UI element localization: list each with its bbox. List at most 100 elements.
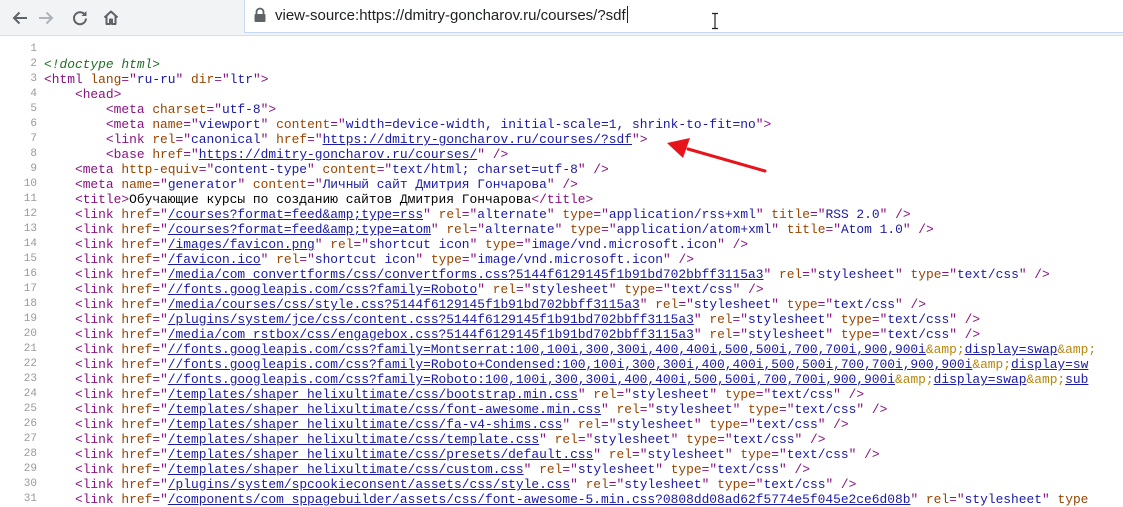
tag-token: =" [871, 312, 888, 327]
home-button[interactable] [97, 4, 125, 32]
attr-name-token: content [252, 177, 308, 192]
line-code: <html lang="ru-ru" dir="ltr"> [44, 72, 268, 87]
link-token[interactable]: /media/com_rstbox/css/engagebox.css?5144… [168, 327, 694, 342]
back-button[interactable] [6, 4, 34, 32]
attr-name-token: rel [593, 387, 617, 402]
tag-token: <link [74, 417, 122, 432]
link-token[interactable]: display=swap [965, 342, 1058, 357]
line-number: 24 [23, 388, 37, 400]
link-token[interactable]: /templates/shaper_helixultimate/css/temp… [168, 432, 539, 447]
tag-token: =" [152, 342, 168, 357]
attr-value-token: Личный сайт Дмитрия Гончарова [322, 177, 547, 192]
tag-token: " /> [577, 162, 609, 177]
tag-token: =" [152, 447, 168, 462]
entity-token: &amp; [1026, 372, 1066, 387]
attr-value-token: RSS 2.0 [825, 207, 880, 222]
tag-token: " /> [949, 312, 981, 327]
lock-icon[interactable] [253, 7, 267, 23]
link-token[interactable]: display=swap [934, 372, 1027, 387]
attr-name-token: type [670, 462, 702, 477]
link-token[interactable]: //fonts.googleapis.com/css?family=Roboto [168, 282, 477, 297]
text-cursor-icon [712, 12, 718, 30]
tag-token: " [755, 207, 772, 222]
line-number: 31 [23, 493, 37, 505]
attr-value-token: canonical [191, 132, 261, 147]
link-token[interactable]: /templates/shaper_helixultimate/css/fa-v… [168, 417, 563, 432]
tag-token: <link [74, 327, 122, 342]
forward-button[interactable] [32, 4, 60, 32]
attr-value-token: text/html; charset=utf-8 [392, 162, 578, 177]
attr-name-token: content [322, 162, 377, 177]
tag-token: =" [152, 222, 168, 237]
address-bar-url[interactable]: view-source:https://dmitry-goncharov.ru/… [275, 0, 628, 32]
tag-token: <meta [74, 162, 122, 177]
source-line: 23 <link href="//fonts.googleapis.com/cs… [0, 372, 1123, 387]
tag-token: =" [817, 297, 834, 312]
attr-value-token: stylesheet [577, 462, 656, 477]
tag-token: =" [376, 162, 393, 177]
link-token[interactable]: //fonts.googleapis.com/css?family=Roboto… [168, 357, 973, 372]
line-code: <link href="/plugins/system/spcookiecons… [44, 477, 856, 492]
tag-token: =" [152, 477, 168, 492]
source-line: 31 <link href="/components/com_sppagebui… [0, 492, 1123, 507]
line-number: 25 [23, 403, 37, 415]
line-number: 12 [23, 208, 37, 220]
link-token[interactable]: /templates/shaper_helixultimate/css/font… [168, 402, 601, 417]
tag-token: =" [152, 327, 168, 342]
tag-token: =" [152, 237, 168, 252]
link-token[interactable]: /plugins/system/spcookieconsent/assets/c… [168, 477, 570, 492]
source-line: 4 <head> [0, 87, 1123, 102]
tag-token: =" [198, 162, 215, 177]
attr-name-token: href [121, 252, 153, 267]
source-line: 6 <meta name="viewport" content="width=d… [0, 117, 1123, 132]
line-number: 1 [30, 43, 37, 55]
tag-token: <meta [105, 117, 153, 132]
tag-token: <link [74, 282, 122, 297]
line-number: 14 [23, 238, 37, 250]
line-number: 8 [30, 148, 37, 160]
link-token[interactable]: /media/courses/css/style.css?5144f612914… [168, 297, 640, 312]
line-number: 11 [23, 193, 37, 205]
attr-name-token: rel [276, 252, 300, 267]
line-code: <link href="/media/com_convertforms/css/… [44, 267, 1050, 282]
link-token[interactable]: https://dmitry-goncharov.ru/courses/?sdf [323, 132, 632, 147]
tag-token: <link [74, 342, 122, 357]
link-token[interactable]: /plugins/system/jce/css/content.css?5144… [168, 312, 694, 327]
entity-token: &amp; [972, 357, 1012, 372]
tag-token: "> [755, 117, 772, 132]
link-token[interactable]: display=sw [1011, 357, 1088, 372]
link-token[interactable]: sub [1065, 372, 1088, 387]
tag-token: <link [74, 477, 122, 492]
attr-value-token: application/atom+xml [616, 222, 772, 237]
attr-value-token: text/css [887, 327, 950, 342]
line-code: <link href="/templates/shaper_helixultim… [44, 402, 887, 417]
attr-value-token: stylesheet [964, 492, 1042, 507]
reload-button[interactable] [66, 4, 94, 32]
link-token[interactable]: https://dmitry-goncharov.ru/courses/ [199, 147, 477, 162]
link-token[interactable]: /courses?format=feed&amp;type=rss [168, 207, 423, 222]
link-token[interactable]: /templates/shaper_helixultimate/css/boot… [168, 387, 578, 402]
link-token[interactable]: /courses?format=feed&amp;type=atom [168, 222, 431, 237]
tag-token: " [771, 222, 787, 237]
link-token[interactable]: /media/com_convertforms/css/convertforms… [168, 267, 764, 282]
link-token[interactable]: /favicon.ico [168, 252, 261, 267]
link-token[interactable]: //fonts.googleapis.com/css?family=Roboto… [168, 372, 895, 387]
source-line: 15 <link href="/favicon.ico" rel="shortc… [0, 252, 1123, 267]
link-token[interactable]: //fonts.googleapis.com/css?family=Montse… [168, 342, 926, 357]
source-code-view[interactable]: 1 2 <!doctype html> 3 <html lang="ru-ru" dir… [0, 42, 1123, 507]
link-token[interactable]: /images/favicon.png [168, 237, 315, 252]
link-token[interactable]: /templates/shaper_helixultimate/css/pres… [168, 447, 593, 462]
link-token[interactable]: /templates/shaper_helixultimate/css/cust… [168, 462, 524, 477]
attr-name-token: href [121, 297, 153, 312]
tag-token: " [477, 282, 493, 297]
tag-token: <meta [105, 102, 153, 117]
link-token[interactable]: /components/com_sppagebuilder/assets/css… [168, 492, 911, 507]
tag-token: " [895, 267, 911, 282]
forward-arrow-icon [39, 11, 54, 25]
address-bar[interactable]: view-source:https://dmitry-goncharov.ru/… [244, 0, 1123, 33]
